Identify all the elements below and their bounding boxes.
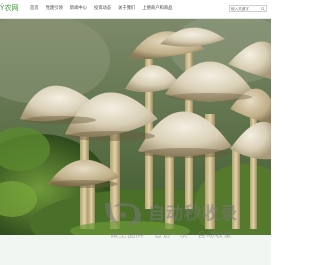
mushroom-photo — [0, 19, 271, 235]
nav-item-merchants[interactable]: 上德商户和商品 — [142, 5, 172, 11]
nav-item-about[interactable]: 关于我们 — [118, 5, 135, 11]
search-box — [229, 5, 267, 12]
search-input[interactable] — [230, 6, 262, 11]
site-header: Ÿ农网 首页 党建引领 新闻中心 投资动态 关于我们 上德商户和商品 — [0, 0, 271, 19]
site-logo[interactable]: Ÿ农网 — [0, 3, 19, 13]
main-nav: 首页 党建引领 新闻中心 投资动态 关于我们 上德商户和商品 — [30, 5, 172, 11]
nav-item-home[interactable]: 首页 — [30, 5, 39, 11]
nav-item-news[interactable]: 新闻中心 — [70, 5, 87, 11]
nav-item-party-building[interactable]: 党建引领 — [46, 5, 63, 11]
footer-band — [0, 235, 271, 265]
hero-banner — [0, 19, 271, 235]
page: Ÿ农网 首页 党建引领 新闻中心 投资动态 关于我们 上德商户和商品 输入关键字… — [0, 0, 271, 265]
search-icon[interactable] — [261, 6, 265, 11]
nav-item-investment[interactable]: 投资动态 — [94, 5, 111, 11]
